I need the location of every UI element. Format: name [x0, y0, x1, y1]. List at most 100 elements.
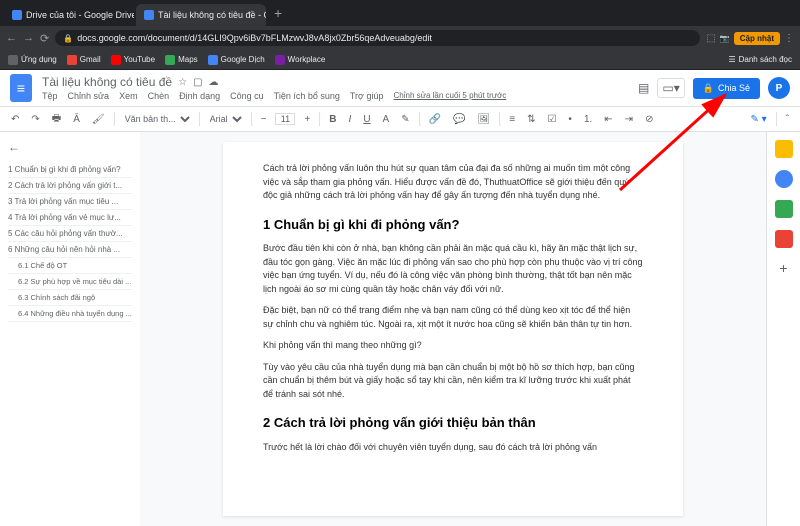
menu-icon[interactable]: ⋮ — [784, 33, 794, 44]
checklist-icon[interactable]: ☑ — [544, 112, 559, 127]
browser-tab-docs[interactable]: Tài liệu không có tiêu đề - Go... × — [136, 4, 266, 26]
tab-label: Drive của tôi - Google Drive — [26, 10, 134, 20]
paragraph[interactable]: Khi phỏng vấn thì mang theo những gì? — [263, 339, 643, 353]
tasks-icon[interactable] — [775, 170, 793, 188]
comments-icon[interactable]: ▤ — [638, 81, 649, 95]
heading-2[interactable]: 2 Cách trả lời phỏng vấn giới thiệu bản … — [263, 413, 643, 433]
outline-back-icon[interactable]: ← — [8, 140, 132, 154]
add-addon-icon[interactable]: + — [779, 260, 787, 276]
menu-addons[interactable]: Tiện ích bổ sung — [274, 91, 340, 101]
formatting-toolbar: ↶ ↷ 🖶 Ā 🖌 Văn bản th... Arial − + B I U … — [0, 106, 800, 132]
star-icon[interactable]: ☆ — [178, 77, 187, 88]
outline-item[interactable]: 3 Trả lời phỏng vấn mục tiêu ... — [8, 194, 132, 210]
present-button[interactable]: ▭▾ — [657, 78, 684, 98]
underline-icon[interactable]: U — [360, 112, 373, 127]
menu-format[interactable]: Định dạng — [179, 91, 220, 101]
increase-font-icon[interactable]: + — [301, 112, 313, 127]
list-icon: ☰ — [728, 55, 735, 64]
outline-subitem[interactable]: 6.3 Chính sách đãi ngộ — [8, 290, 132, 306]
line-spacing-icon[interactable]: ⇅ — [524, 112, 538, 127]
font-size-input[interactable] — [275, 113, 295, 125]
move-icon[interactable]: ▢ — [193, 77, 202, 88]
align-icon[interactable]: ≡ — [506, 112, 518, 127]
menu-tools[interactable]: Công cụ — [230, 91, 264, 101]
forward-icon[interactable]: → — [23, 32, 34, 44]
contacts-icon[interactable] — [775, 200, 793, 218]
paint-format-icon[interactable]: 🖌 — [89, 112, 108, 127]
link-icon[interactable]: 🔗 — [426, 112, 444, 127]
reading-list-button[interactable]: ☰ Danh sách đọc — [728, 55, 792, 64]
image-icon[interactable]: 🖼 — [475, 112, 494, 127]
drive-favicon — [12, 10, 22, 20]
bookmark-workplace[interactable]: Workplace — [275, 55, 326, 65]
keep-icon[interactable] — [775, 140, 793, 158]
collapse-toolbar-icon[interactable]: ˆ — [783, 112, 792, 127]
lock-icon: 🔒 — [703, 83, 714, 94]
style-select[interactable]: Văn bản th... — [121, 113, 193, 125]
highlight-icon[interactable]: ✎ — [398, 112, 412, 127]
share-button[interactable]: 🔒 Chia Sẻ — [693, 78, 760, 99]
outline-item[interactable]: 5 Các câu hỏi phỏng vấn thườ... — [8, 226, 132, 242]
bold-icon[interactable]: B — [326, 112, 339, 127]
numbered-list-icon[interactable]: 1. — [581, 112, 595, 127]
new-tab-button[interactable]: + — [274, 5, 282, 21]
clear-format-icon[interactable]: ⊘ — [642, 112, 656, 127]
document-page[interactable]: Cách trả lời phỏng vấn luôn thu hút sự q… — [223, 142, 683, 516]
paragraph[interactable]: Bước đầu tiên khi còn ở nhà, bạn không c… — [263, 242, 643, 296]
increase-indent-icon[interactable]: ⇥ — [622, 112, 636, 127]
watermark: 📷 — [720, 34, 730, 43]
cloud-icon[interactable]: ☁ — [209, 77, 219, 88]
document-title[interactable]: Tài liệu không có tiêu đề — [42, 75, 172, 89]
bookmark-youtube[interactable]: YouTube — [111, 55, 155, 65]
bm-label: Danh sách đọc — [739, 55, 792, 64]
bookmark-maps[interactable]: Maps — [165, 55, 198, 65]
italic-icon[interactable]: I — [346, 112, 355, 127]
edit-history-link[interactable]: Chỉnh sửa lần cuối 5 phút trước — [393, 91, 506, 101]
redo-icon[interactable]: ↷ — [28, 112, 42, 127]
docs-logo-icon[interactable]: ≡ — [10, 74, 32, 102]
reload-icon[interactable]: ⟳ — [40, 32, 49, 45]
outline-subitem[interactable]: 6.2 Sự phù hợp về mục tiêu dài ... — [8, 274, 132, 290]
menu-edit[interactable]: Chỉnh sửa — [68, 91, 110, 101]
outline-item[interactable]: 1 Chuẩn bị gì khi đi phỏng vấn? — [8, 162, 132, 178]
font-select[interactable]: Arial — [206, 113, 245, 125]
paragraph[interactable]: Trước hết là lời chào đối với chuyên viê… — [263, 441, 643, 455]
user-avatar[interactable]: P — [768, 77, 790, 99]
paragraph[interactable]: Đặc biệt, bạn nữ có thể trang điểm nhẹ v… — [263, 304, 643, 331]
menu-view[interactable]: Xem — [119, 91, 138, 101]
decrease-font-icon[interactable]: − — [258, 112, 270, 127]
menu-insert[interactable]: Chèn — [148, 91, 170, 101]
bullet-list-icon[interactable]: • — [565, 112, 575, 127]
print-icon[interactable]: 🖶 — [49, 109, 64, 130]
outline-item[interactable]: 6 Những câu hỏi nên hỏi nhà ... — [8, 242, 132, 258]
update-button[interactable]: Cập nhật — [734, 32, 780, 45]
apps-button[interactable]: Ứng dụng — [8, 55, 57, 65]
bookmark-gmail[interactable]: Gmail — [67, 55, 101, 65]
outline-item[interactable]: 4 Trả lời phỏng vấn vẻ mục lư... — [8, 210, 132, 226]
spellcheck-icon[interactable]: Ā — [70, 112, 83, 127]
outline-subitem[interactable]: 6.1 Chế độ OT — [8, 258, 132, 274]
bm-label: Workplace — [288, 55, 326, 64]
bm-label: Google Dịch — [221, 55, 265, 64]
editing-mode-icon[interactable]: ✎ ▾ — [747, 112, 769, 127]
menu-help[interactable]: Trợ giúp — [350, 91, 384, 101]
back-icon[interactable]: ← — [6, 32, 17, 44]
heading-1[interactable]: 1 Chuẩn bị gì khi đi phỏng vấn? — [263, 215, 643, 235]
bookmark-translate[interactable]: Google Dịch — [208, 55, 265, 65]
maps-addon-icon[interactable] — [775, 230, 793, 248]
menu-file[interactable]: Tệp — [42, 91, 58, 101]
document-canvas[interactable]: Cách trả lời phỏng vấn luôn thu hút sự q… — [140, 132, 766, 526]
extension-icon[interactable]: ⬚ — [706, 33, 715, 44]
undo-icon[interactable]: ↶ — [8, 112, 22, 127]
text-color-icon[interactable]: A — [380, 112, 393, 127]
bookmarks-bar: Ứng dụng Gmail YouTube Maps Google Dịch … — [0, 50, 800, 70]
docs-header: ≡ Tài liệu không có tiêu đề ☆ ▢ ☁ Tệp Ch… — [0, 70, 800, 106]
paragraph[interactable]: Tùy vào yêu cầu của nhà tuyển dụng mà bạ… — [263, 361, 643, 402]
comment-icon[interactable]: 💬 — [450, 112, 468, 127]
browser-tab-drive[interactable]: Drive của tôi - Google Drive × — [4, 4, 134, 26]
paragraph[interactable]: Cách trả lời phỏng vấn luôn thu hút sự q… — [263, 162, 643, 203]
decrease-indent-icon[interactable]: ⇤ — [601, 112, 615, 127]
outline-subitem[interactable]: 6.4 Những điều nhà tuyển dụng ... — [8, 306, 132, 322]
url-input[interactable]: 🔒 docs.google.com/document/d/14GLI9Qpv6i… — [55, 30, 700, 46]
outline-item[interactable]: 2 Cách trả lời phỏng vấn giới t... — [8, 178, 132, 194]
